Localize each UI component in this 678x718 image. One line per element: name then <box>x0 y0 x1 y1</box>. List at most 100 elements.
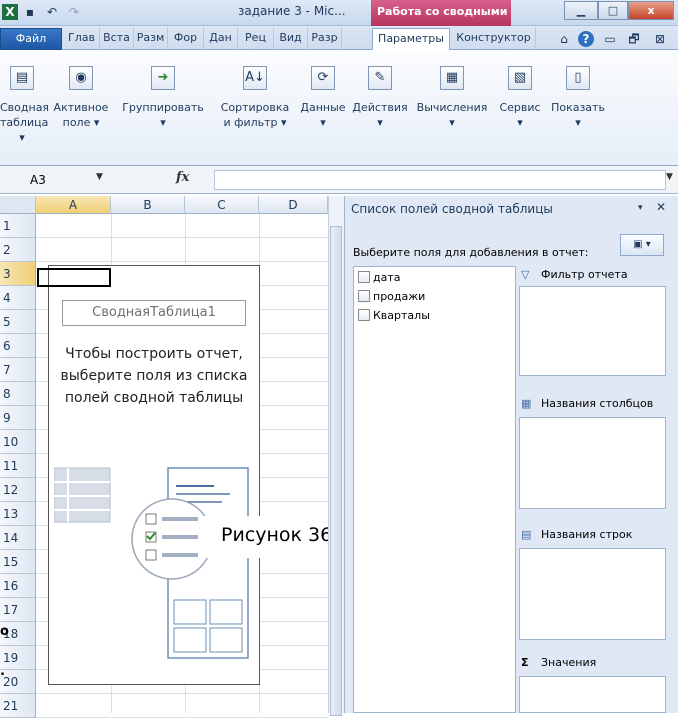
show-icon: ▯ <box>566 66 590 90</box>
pane-menu-icon[interactable]: ▾ <box>638 203 643 213</box>
pivot-illustration-graphic <box>54 467 249 659</box>
undo-icon[interactable]: ↶ <box>44 4 60 20</box>
pivot-table-icon: ▤ <box>10 66 34 90</box>
window-title: задание 3 - Mic... <box>238 4 346 18</box>
row-header[interactable]: 1 <box>0 214 36 238</box>
column-header-d[interactable]: D <box>259 196 328 214</box>
close-button[interactable]: x <box>628 1 674 20</box>
fields-list <box>353 266 516 713</box>
tab-options[interactable]: Параметры <box>372 28 450 50</box>
cut-off-text: о . <box>0 624 9 679</box>
minimize-ribbon-icon[interactable]: ▭ <box>602 31 618 47</box>
row-labels-drop-area[interactable] <box>519 548 666 640</box>
help-icon[interactable]: ? <box>578 31 594 47</box>
pivot-table-button[interactable]: ▤ Сводная таблица ▾ <box>0 66 49 146</box>
row-header[interactable]: 3 <box>0 262 36 286</box>
column-labels-drop-area[interactable] <box>519 417 666 509</box>
filter-icon: ▽ <box>521 268 530 281</box>
row-header[interactable]: 5 <box>0 310 36 334</box>
column-header-a[interactable]: A <box>36 196 111 214</box>
active-cell-a3[interactable] <box>37 268 111 287</box>
values-drop-area[interactable] <box>519 676 666 713</box>
field-item-sales[interactable]: продажи <box>358 289 425 305</box>
area-label-report-filter: ▽ Фильтр отчета <box>521 268 628 281</box>
active-field-button[interactable]: ◉ Активное поле ▾ <box>46 66 116 146</box>
tab-design[interactable]: Конструктор <box>452 28 536 50</box>
active-field-icon: ◉ <box>69 66 93 90</box>
name-box-dropdown-icon[interactable]: ▼ <box>96 172 103 182</box>
report-filter-drop-area[interactable] <box>519 286 666 376</box>
scrollbar-thumb[interactable] <box>330 226 342 716</box>
close-workbook-icon[interactable]: ⊠ <box>652 31 668 47</box>
tab-home[interactable]: Глав <box>64 28 100 50</box>
sort-az-icon: A↓ <box>243 66 267 90</box>
area-label-row-labels: ▤ Названия строк <box>521 528 633 541</box>
tab-page-layout[interactable]: Разм <box>134 28 168 50</box>
calculations-icon: ▦ <box>440 66 464 90</box>
field-list-prompt: Выберите поля для добавления в отчет: <box>353 246 589 259</box>
checkbox[interactable] <box>358 290 370 302</box>
tab-developer[interactable]: Разр <box>308 28 342 50</box>
tools-button[interactable]: ▧ Сервис ▾ <box>494 66 546 146</box>
field-item-quarters[interactable]: Кварталы <box>358 308 430 324</box>
column-header-c[interactable]: C <box>185 196 259 214</box>
tab-formulas[interactable]: Фор <box>168 28 204 50</box>
pivot-hint-text: Чтобы построить отчет, выберите поля из … <box>60 346 248 406</box>
row-header[interactable]: 6 <box>0 334 36 358</box>
group-arrow-icon: ➜ <box>151 66 175 90</box>
calculations-button[interactable]: ▦ Вычисления ▾ <box>412 66 492 146</box>
actions-button[interactable]: ✎ Действия ▾ <box>348 66 412 146</box>
pivot-table-name: СводнаяТаблица1 <box>62 300 246 326</box>
columns-icon: ▦ <box>521 397 532 410</box>
row-header[interactable]: 2 <box>0 238 36 262</box>
refresh-icon: ⟳ <box>311 66 335 90</box>
save-icon[interactable]: ▪ <box>22 4 38 20</box>
row-header[interactable]: 21 <box>0 694 36 718</box>
formula-input[interactable] <box>214 170 666 190</box>
area-label-column-labels: ▦ Названия столбцов <box>521 397 654 410</box>
show-button[interactable]: ▯ Показать ▾ <box>546 66 610 146</box>
row-header[interactable]: 12 <box>0 478 36 502</box>
row-header[interactable]: 8 <box>0 382 36 406</box>
row-header[interactable]: 15 <box>0 550 36 574</box>
excel-icon[interactable]: X <box>2 4 18 20</box>
field-list-title: Список полей сводной таблицы <box>351 202 553 216</box>
row-header[interactable]: 11 <box>0 454 36 478</box>
minimize-button[interactable]: ▁ <box>564 1 598 20</box>
row-header[interactable]: 4 <box>0 286 36 310</box>
row-header[interactable]: 9 <box>0 406 36 430</box>
group-button[interactable]: ➜ Группировать ▾ <box>116 66 210 146</box>
tab-file[interactable]: Файл <box>0 28 62 50</box>
sigma-icon: Σ <box>521 656 529 669</box>
restore-workbook-icon[interactable]: 🗗 <box>626 31 642 47</box>
column-header-b[interactable]: B <box>111 196 185 214</box>
maximize-button[interactable]: □ <box>598 1 628 20</box>
pane-close-icon[interactable]: ✕ <box>656 200 666 214</box>
layout-dropdown-button[interactable]: ▣ ▾ <box>620 234 664 256</box>
checkbox[interactable] <box>358 309 370 321</box>
tab-data[interactable]: Дан <box>204 28 238 50</box>
tools-icon: ▧ <box>508 66 532 90</box>
fx-icon[interactable]: fx <box>176 170 189 185</box>
tab-view[interactable]: Вид <box>274 28 308 50</box>
redo-icon[interactable]: ↷ <box>66 4 82 20</box>
ribbon-caret-icon[interactable]: ⌂ <box>556 31 572 47</box>
name-box[interactable]: A3 <box>2 170 132 190</box>
row-header[interactable]: 7 <box>0 358 36 382</box>
tab-insert[interactable]: Вста <box>100 28 134 50</box>
checkbox[interactable] <box>358 271 370 283</box>
row-header[interactable]: 10 <box>0 430 36 454</box>
sort-filter-button[interactable]: A↓ Сортировка и фильтр ▾ <box>212 66 298 146</box>
row-header[interactable]: 13 <box>0 502 36 526</box>
expand-formula-icon[interactable]: ▼ <box>666 172 673 182</box>
tab-review[interactable]: Рец <box>238 28 274 50</box>
select-all-corner[interactable] <box>0 196 36 214</box>
field-item-date[interactable]: дата <box>358 270 401 286</box>
gridline <box>36 693 328 694</box>
row-header[interactable]: 16 <box>0 574 36 598</box>
gridline <box>36 261 328 262</box>
data-button[interactable]: ⟳ Данные ▾ <box>298 66 348 146</box>
area-label-values: Σ Значения <box>521 656 597 669</box>
row-header[interactable]: 14 <box>0 526 36 550</box>
contextual-tab-group: Работа со сводными та... <box>371 0 511 26</box>
